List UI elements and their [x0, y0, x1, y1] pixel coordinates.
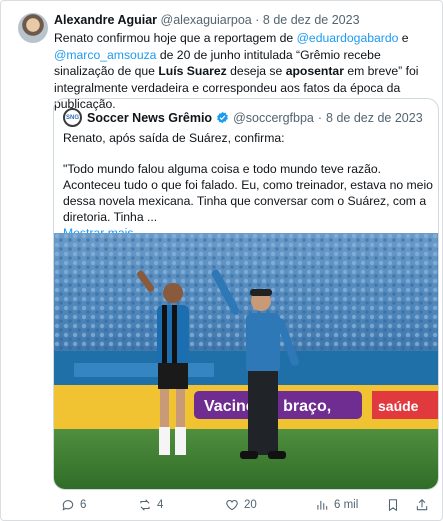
views-button[interactable]: 6 mil	[315, 498, 358, 512]
retweet-count: 4	[157, 499, 164, 511]
quoted-quote: "Todo mundo falou alguma coisa e todo mu…	[63, 162, 433, 224]
views-icon	[317, 500, 328, 510]
author-name[interactable]: Alexandre Aguiar	[54, 13, 157, 27]
verified-icon	[217, 111, 228, 124]
tweet-text-bold: aposentar	[285, 64, 344, 78]
quoted-separator: ·	[317, 110, 323, 125]
tweet-text-part: deseja se	[226, 64, 286, 78]
reply-button[interactable]: 6	[61, 498, 86, 512]
reply-icon	[62, 500, 74, 511]
quoted-author-name[interactable]: Soccer News Grêmio	[87, 111, 212, 125]
action-bar: 6 4 20 6 mil	[61, 498, 431, 516]
share-button[interactable]	[415, 498, 429, 512]
views-count: 6 mil	[334, 499, 359, 511]
quoted-line: Renato, após saída de Suárez, confirma:	[63, 131, 285, 145]
like-icon	[226, 500, 238, 511]
quoted-handle[interactable]: @soccergfbpa	[233, 111, 314, 125]
mention-link[interactable]: @marco_amsouza	[54, 48, 156, 62]
bookmark-button[interactable]	[386, 498, 400, 512]
tweet-date[interactable]: 8 de dez de 2023	[263, 13, 360, 27]
banner-text-2: saúde	[378, 398, 419, 414]
tweet-text-part: Renato confirmou hoje que a reportagem d…	[54, 31, 297, 45]
quoted-text: Renato, após saída de Suárez, confirma: …	[63, 130, 433, 241]
header-separator: ·	[255, 13, 260, 27]
share-icon	[416, 499, 428, 511]
tweet-text-bold: Luís Suarez	[158, 64, 227, 78]
quoted-date[interactable]: 8 de dez de 2023	[326, 111, 423, 125]
tweet-card[interactable]: Alexandre Aguiar @alexaguiarpoa · 8 de d…	[0, 0, 443, 521]
quoted-header: SNG Soccer News Grêmio @soccergfbpa · 8 …	[63, 108, 423, 127]
author-handle[interactable]: @alexaguiarpoa	[161, 13, 252, 27]
bookmark-icon	[388, 499, 398, 512]
retweet-icon	[140, 499, 150, 511]
mention-link[interactable]: @eduardogabardo	[297, 31, 399, 45]
retweet-button[interactable]: 4	[138, 498, 163, 512]
tweet-text-part: e	[398, 31, 409, 45]
quoted-photo[interactable]: Vacine no braço, saúde	[54, 233, 439, 490]
tweet-header: Alexandre Aguiar @alexaguiarpoa · 8 de d…	[54, 13, 360, 27]
like-button[interactable]: 20	[225, 498, 257, 512]
quoted-tweet[interactable]: SNG Soccer News Grêmio @soccergfbpa · 8 …	[53, 98, 439, 490]
like-count: 20	[244, 499, 257, 511]
reply-count: 6	[80, 499, 87, 511]
quoted-avatar[interactable]: SNG	[63, 108, 82, 127]
author-avatar[interactable]	[18, 13, 48, 43]
